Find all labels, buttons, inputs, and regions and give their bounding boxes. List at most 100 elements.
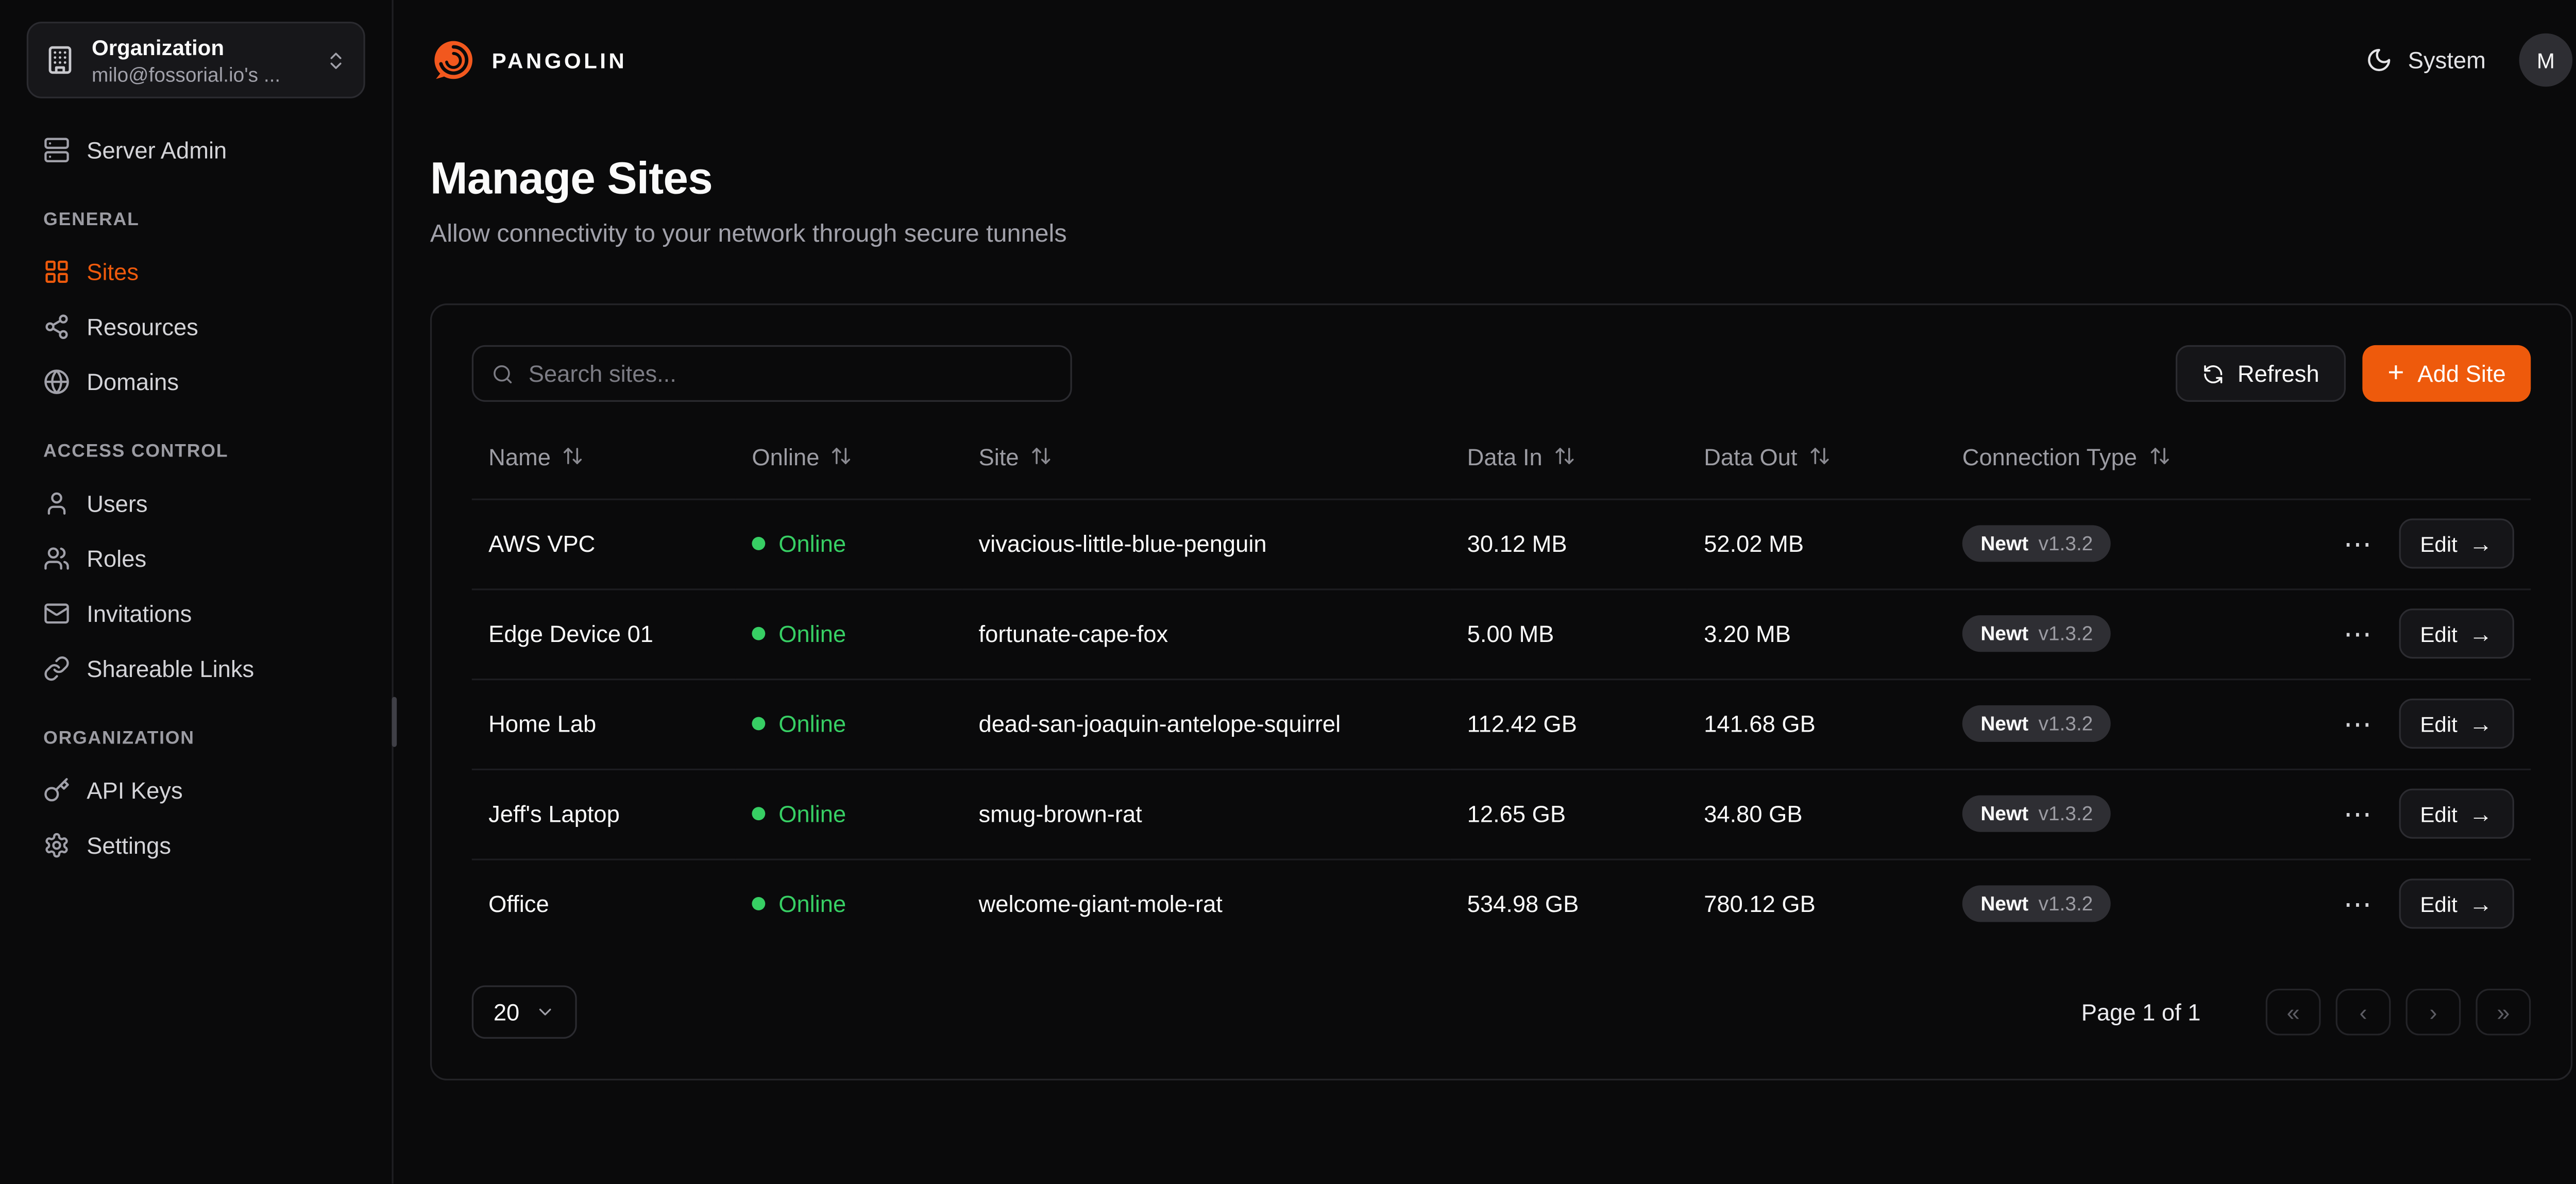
theme-toggle-button[interactable]: System (2366, 47, 2486, 74)
column-header-connection-type[interactable]: Connection Type (1945, 415, 2339, 499)
ellipsis-icon: ⋯ (2344, 798, 2372, 829)
site-actions-cell: ⋯ Edit → (2339, 499, 2531, 589)
sidebar-item-roles[interactable]: Roles (27, 530, 365, 585)
pagination-next-button[interactable]: › (2406, 988, 2461, 1035)
sidebar-item-resources[interactable]: Resources (27, 298, 365, 353)
add-site-button[interactable]: + Add Site (2363, 345, 2531, 402)
edit-button[interactable]: Edit → (2398, 789, 2514, 839)
page-size-value: 20 (494, 998, 519, 1025)
card-toolbar: Refresh + Add Site (472, 345, 2531, 402)
sites-card: Refresh + Add Site Name Online (430, 303, 2572, 1079)
resources-icon (43, 313, 70, 340)
row-menu-button[interactable]: ⋯ (2339, 706, 2378, 741)
card-footer: 20 Page 1 of 1 « ‹ › » (472, 985, 2531, 1038)
connection-type-badge: Newtv1.3.2 (1962, 885, 2111, 922)
column-label: Name (488, 443, 551, 470)
edit-button[interactable]: Edit → (2398, 878, 2514, 928)
edit-button[interactable]: Edit → (2398, 518, 2514, 568)
site-status-cell: Online (735, 499, 962, 589)
page-subtitle: Allow connectivity to your network throu… (430, 220, 2572, 248)
sidebar-item-label: Resources (87, 313, 198, 340)
table-header: Name Online Site Data In Data Out Connec… (472, 415, 2531, 499)
row-menu-button[interactable]: ⋯ (2339, 886, 2378, 921)
site-connection-cell: Newtv1.3.2 (1945, 769, 2339, 859)
search-icon (492, 363, 514, 384)
page-size-select[interactable]: 20 (472, 985, 577, 1038)
column-header-name[interactable]: Name (472, 415, 735, 499)
refresh-icon (2202, 363, 2224, 384)
pagination: Page 1 of 1 « ‹ › » (2081, 988, 2531, 1035)
sites-icon (43, 258, 70, 284)
sidebar-item-domains[interactable]: Domains (27, 353, 365, 409)
online-dot-icon (752, 537, 765, 550)
connection-type-badge: Newtv1.3.2 (1962, 615, 2111, 652)
arrow-right-icon: → (2469, 711, 2493, 737)
edit-label: Edit (2420, 891, 2458, 917)
column-header-data-out[interactable]: Data Out (1687, 415, 1946, 499)
sidebar-item-sites[interactable]: Sites (27, 243, 365, 298)
main-content: PANGOLIN System M Manage Sites Allow con… (394, 0, 2576, 1184)
sidebar-scrollbar[interactable] (392, 697, 397, 747)
table-row: Home Lab Online dead-san-joaquin-antelop… (472, 679, 2531, 769)
avatar[interactable]: M (2519, 33, 2573, 87)
edit-label: Edit (2420, 711, 2458, 736)
sidebar-item-invitations[interactable]: Invitations (27, 585, 365, 640)
site-actions-cell: ⋯ Edit → (2339, 588, 2531, 679)
connection-type-badge: Newtv1.3.2 (1962, 705, 2111, 742)
site-actions-cell: ⋯ Edit → (2339, 859, 2531, 948)
arrow-right-icon: → (2469, 890, 2493, 917)
refresh-button[interactable]: Refresh (2176, 345, 2346, 402)
row-menu-button[interactable]: ⋯ (2339, 796, 2378, 831)
ellipsis-icon: ⋯ (2344, 708, 2372, 739)
table-row: Jeff's Laptop Online smug-brown-rat 12.6… (472, 769, 2531, 859)
pagination-first-button[interactable]: « (2266, 988, 2321, 1035)
refresh-label: Refresh (2238, 360, 2319, 387)
first-page-icon: « (2286, 998, 2299, 1025)
column-label: Data Out (1704, 443, 1797, 470)
sidebar-item-shareable-links[interactable]: Shareable Links (27, 640, 365, 696)
org-picker[interactable]: Organization milo@fossorial.io's ... (27, 22, 365, 98)
site-connection-cell: Newtv1.3.2 (1945, 679, 2339, 769)
sidebar-item-server-admin[interactable]: Server Admin (27, 122, 365, 177)
site-status-cell: Online (735, 859, 962, 948)
sidebar-item-label: Settings (87, 831, 171, 858)
column-header-online[interactable]: Online (735, 415, 962, 499)
sidebar: Organization milo@fossorial.io's ... Ser… (0, 0, 394, 1184)
table-row: Office Online welcome-giant-mole-rat 534… (472, 859, 2531, 948)
site-data-out-cell: 780.12 GB (1687, 859, 1946, 948)
sidebar-item-label: Sites (87, 258, 139, 284)
site-tunnel-cell: dead-san-joaquin-antelope-squirrel (962, 679, 1450, 769)
sidebar-item-label: Roles (87, 545, 146, 571)
column-header-site[interactable]: Site (962, 415, 1450, 499)
column-header-data-in[interactable]: Data In (1450, 415, 1687, 499)
brand-name: PANGOLIN (492, 47, 628, 73)
edit-button[interactable]: Edit → (2398, 699, 2514, 749)
sidebar-item-label: Users (87, 489, 147, 516)
last-page-icon: » (2497, 998, 2510, 1025)
site-data-in-cell: 12.65 GB (1450, 769, 1687, 859)
column-label: Online (752, 443, 819, 470)
ellipsis-icon: ⋯ (2344, 528, 2372, 559)
search-box (472, 345, 1072, 402)
next-page-icon: › (2429, 998, 2437, 1025)
sidebar-item-users[interactable]: Users (27, 475, 365, 530)
table-row: Edge Device 01 Online fortunate-cape-fox… (472, 588, 2531, 679)
ellipsis-icon: ⋯ (2344, 618, 2372, 649)
pagination-last-button[interactable]: » (2476, 988, 2531, 1035)
search-input[interactable] (529, 360, 1052, 387)
connection-type-badge: Newtv1.3.2 (1962, 525, 2111, 562)
sidebar-item-api-keys[interactable]: API Keys (27, 762, 365, 817)
row-menu-button[interactable]: ⋯ (2339, 526, 2378, 561)
sidebar-item-settings[interactable]: Settings (27, 817, 365, 872)
brand-home-link[interactable]: PANGOLIN (430, 37, 627, 83)
chevrons-up-down-icon (325, 49, 347, 71)
users-icon (43, 545, 70, 571)
site-name-cell: Office (472, 859, 735, 948)
page-info: Page 1 of 1 (2081, 998, 2201, 1025)
pagination-prev-button[interactable]: ‹ (2336, 988, 2391, 1035)
edit-button[interactable]: Edit → (2398, 608, 2514, 658)
sidebar-item-label: Server Admin (87, 136, 227, 163)
row-menu-button[interactable]: ⋯ (2339, 616, 2378, 651)
site-tunnel-cell: smug-brown-rat (962, 769, 1450, 859)
arrow-right-icon: → (2469, 800, 2493, 827)
